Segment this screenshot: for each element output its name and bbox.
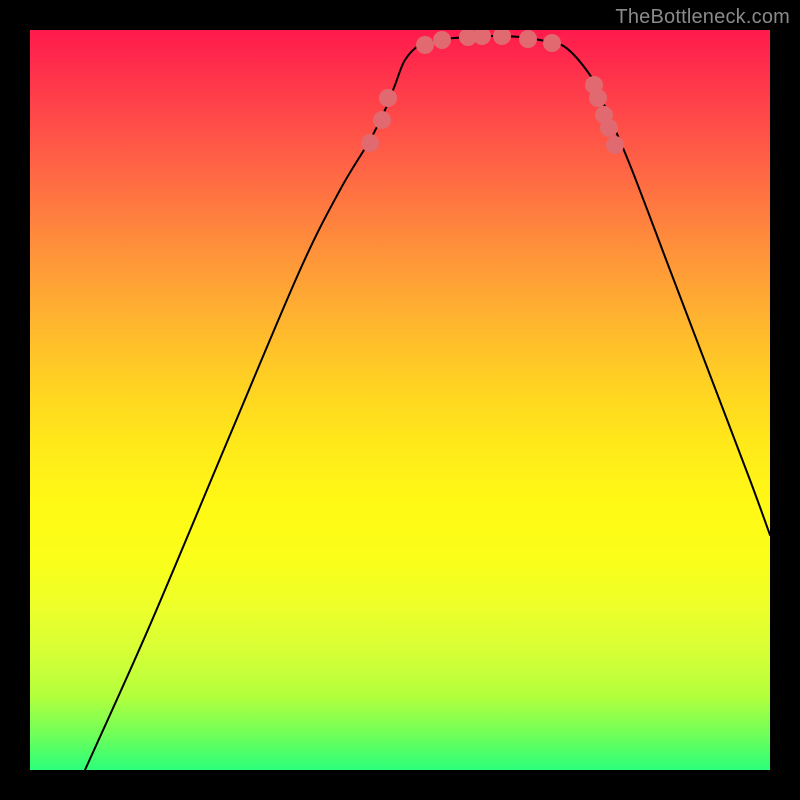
marker-point (373, 111, 391, 129)
marker-point (606, 136, 624, 154)
plot-area (30, 30, 770, 770)
marker-point (600, 119, 618, 137)
plot-svg (30, 30, 770, 770)
curve-line (85, 36, 770, 770)
attribution-text: TheBottleneck.com (615, 6, 790, 29)
marker-point (543, 34, 561, 52)
marker-point (379, 89, 397, 107)
marker-point (493, 30, 511, 45)
marker-point (361, 134, 379, 152)
marker-point (473, 30, 491, 45)
marker-point (433, 31, 451, 49)
marker-point (589, 89, 607, 107)
chart-stage: TheBottleneck.com (0, 0, 800, 800)
marker-point (519, 30, 537, 48)
marker-point (416, 36, 434, 54)
